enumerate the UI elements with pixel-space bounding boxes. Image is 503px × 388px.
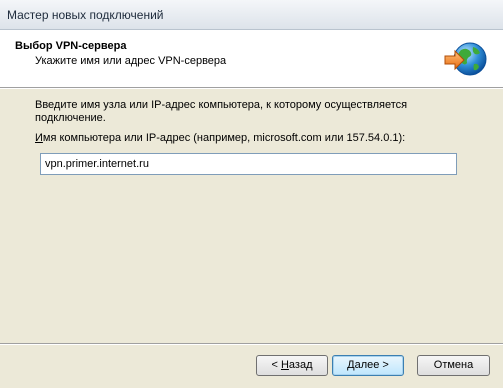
back-button-mnemonic: Н [280,359,289,371]
wizard-footer: < Назад Далее > Отмена [0,345,503,388]
host-name-input[interactable] [40,153,457,175]
next-button[interactable]: Далее > [332,355,404,376]
cancel-button[interactable]: Отмена [417,355,490,376]
host-field-label: Имя компьютера или IP-адрес (например, m… [35,132,405,144]
back-button-label: азад [288,359,313,371]
host-field-label-mnemonic: И [35,132,43,144]
instruction-text: Введите имя узла или IP-адрес компьютера… [35,99,408,124]
page-subheading: Укажите имя или адрес VPN-сервера [35,55,227,67]
page-heading: Выбор VPN-сервера [15,40,127,52]
back-button-prefix: < [271,359,281,371]
back-button[interactable]: < Назад [256,355,328,376]
wizard-header: Выбор VPN-сервера Укажите имя или адрес … [0,30,503,87]
title-bar[interactable]: Мастер новых подключений [0,0,503,30]
next-button-label: алее > [354,359,389,371]
next-button-mnemonic: Д [347,359,355,371]
globe-arrow-icon [444,42,487,76]
window-title: Мастер новых подключений [7,8,164,22]
host-field-label-text: мя компьютера или IP-адрес (например, mi… [42,132,406,144]
wizard-body: Введите имя узла или IP-адрес компьютера… [0,89,503,343]
